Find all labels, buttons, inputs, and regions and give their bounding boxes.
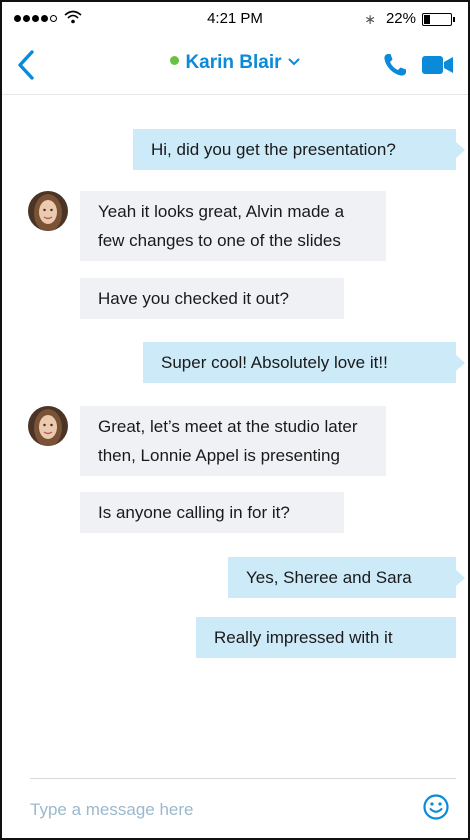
- message-bubble-outgoing[interactable]: Hi, did you get the presentation?: [133, 129, 465, 170]
- phone-screen: 4:21 PM ∗ 22% Karin Blair Hi, did you ge…: [0, 0, 470, 840]
- message-bubble-incoming[interactable]: Have you checked it out?: [80, 278, 344, 319]
- message-composer: [2, 778, 468, 838]
- message-text: few changes to one of the slides: [98, 231, 341, 250]
- conversation-header: Karin Blair: [2, 36, 468, 95]
- composer-divider: [30, 778, 456, 779]
- battery-percent: 22%: [385, 10, 416, 27]
- message-text: Is anyone calling in for it?: [98, 503, 290, 522]
- message-text: Really impressed with it: [214, 628, 393, 647]
- message-input[interactable]: [28, 796, 412, 824]
- avatar[interactable]: [28, 191, 68, 231]
- battery-level: [424, 15, 430, 24]
- message-bubble-outgoing[interactable]: Super cool! Absolutely love it!!: [143, 342, 465, 383]
- message-text: Yes, Sheree and Sara: [246, 568, 412, 587]
- message-list[interactable]: Hi, did you get the presentation? Yeah i…: [2, 95, 468, 775]
- phone-icon[interactable]: [382, 52, 408, 78]
- contact-name: Karin Blair: [185, 52, 282, 73]
- status-bar: 4:21 PM ∗ 22%: [2, 2, 468, 36]
- message-bubble-incoming[interactable]: Great, let’s meet at the studio later th…: [80, 406, 386, 476]
- bluetooth-icon: ∗: [364, 11, 376, 27]
- message-text: Hi, did you get the presentation?: [151, 140, 396, 159]
- presence-dot: [170, 56, 180, 65]
- message-text: Have you checked it out?: [98, 289, 289, 308]
- message-bubble-incoming[interactable]: Is anyone calling in for it?: [80, 492, 344, 533]
- video-camera-icon[interactable]: [422, 55, 454, 75]
- message-bubble-incoming[interactable]: Yeah it looks great, Alvin made a few ch…: [80, 191, 386, 261]
- message-text: Yeah it looks great, Alvin made a: [98, 202, 345, 221]
- message-text: Super cool! Absolutely love it!!: [161, 353, 388, 372]
- message-bubble-outgoing[interactable]: Really impressed with it: [196, 617, 456, 658]
- message-bubble-outgoing[interactable]: Yes, Sheree and Sara: [228, 557, 465, 598]
- message-text: Great, let’s meet at the studio later: [98, 417, 358, 436]
- emoji-icon[interactable]: [422, 793, 450, 821]
- avatar[interactable]: [28, 406, 68, 446]
- chevron-down-icon: [288, 58, 300, 66]
- battery-icon: [422, 13, 455, 26]
- message-text: then, Lonnie Appel is presenting: [98, 446, 340, 465]
